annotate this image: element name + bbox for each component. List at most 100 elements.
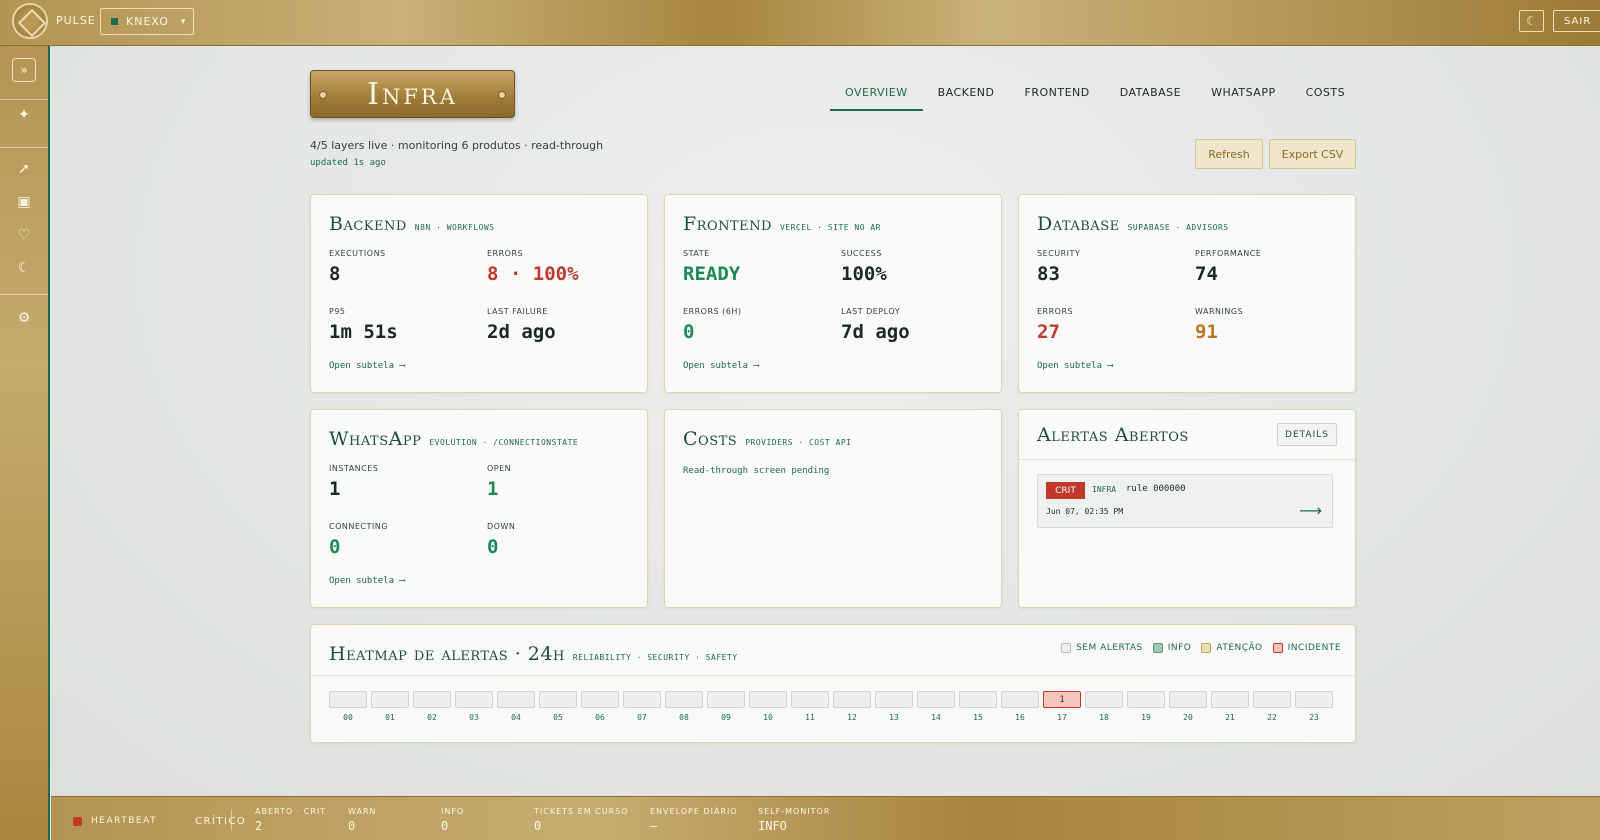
screw-icon <box>319 91 327 99</box>
heatmap-cell[interactable] <box>497 691 535 708</box>
heatmap-cell[interactable] <box>581 691 619 708</box>
heatmap-cell[interactable] <box>917 691 955 708</box>
tab-costs[interactable]: COSTS <box>1291 84 1361 111</box>
alerts-card: Alertas Abertos DETAILS CRIT INFRA rule … <box>1018 409 1356 608</box>
metric-label: ERRORS (6H) <box>683 307 742 316</box>
sparkle-icon: ✦ <box>18 107 30 123</box>
heatmap-cell[interactable]: 1 <box>1043 691 1081 708</box>
stat-label: WARN <box>348 807 377 816</box>
heatmap-cell[interactable] <box>1169 691 1207 708</box>
metric-value: 1 <box>487 478 499 500</box>
heatmap-cell[interactable] <box>791 691 829 708</box>
footer-stat-envelope: ENVELOPE DIÁRIO — <box>650 807 738 833</box>
sidebar-item-deploy[interactable]: ➚ <box>15 160 33 178</box>
theme-toggle-button[interactable]: ☾ <box>1519 10 1544 32</box>
sidebar-item-health[interactable]: ♡ <box>15 226 33 244</box>
open-subtela-link[interactable]: Open subtela ⟶ <box>1037 361 1113 371</box>
export-csv-button[interactable]: Export CSV <box>1269 139 1356 169</box>
heatmap-hour-label: 00 <box>343 713 353 722</box>
stat-label: ABERTO · CRIT <box>255 807 327 816</box>
metric-value: 0 <box>329 536 341 558</box>
metric-value: 27 <box>1037 321 1060 343</box>
heatmap-cell[interactable] <box>329 691 367 708</box>
page-subtitle: 4/5 layers live · monitoring 6 produtos … <box>310 139 604 152</box>
logo[interactable] <box>12 3 48 39</box>
heatmap-cell[interactable] <box>665 691 703 708</box>
page-title: Infra <box>367 76 458 112</box>
heatmap-cell[interactable] <box>749 691 787 708</box>
card-subtitle: N8N · WORKFLOWS <box>414 223 495 232</box>
metric-value: 100% <box>841 263 887 285</box>
heatmap-cell[interactable] <box>959 691 997 708</box>
tenant-selector[interactable]: KNEXO ▾ <box>100 8 194 35</box>
heatmap-hour-label: 18 <box>1099 713 1109 722</box>
tab-frontend[interactable]: FRONTEND <box>1010 84 1105 111</box>
heatmap-cell[interactable] <box>1253 691 1291 708</box>
footer-stat-crit: ABERTO · CRIT 2 <box>255 807 326 833</box>
tab-bar: OVERVIEW BACKEND FRONTEND DATABASE WHATS… <box>830 84 1360 111</box>
chevron-down-icon: ▾ <box>180 16 187 27</box>
arrow-right-icon[interactable]: ⟶ <box>1299 501 1322 520</box>
footer-stat-warn: WARN 0 <box>348 807 377 833</box>
tab-backend[interactable]: BACKEND <box>923 84 1010 111</box>
heatmap-cell[interactable] <box>1001 691 1039 708</box>
sidebar-item-settings[interactable]: ⚙ <box>15 309 33 327</box>
card-title: Costs <box>683 428 738 450</box>
sidebar-item-infra[interactable]: ▣ <box>15 193 33 211</box>
metric-label: WARNINGS <box>1195 307 1244 316</box>
stat-value: 2 <box>255 819 263 833</box>
heatmap-hour-label: 10 <box>763 713 773 722</box>
metric-label: P95 <box>329 307 346 316</box>
open-subtela-link[interactable]: Open subtela ⟶ <box>329 361 405 371</box>
heatmap-hour-label: 01 <box>385 713 395 722</box>
heatmap-cell[interactable] <box>707 691 745 708</box>
sidebar-item-night[interactable]: ☾ <box>15 259 33 277</box>
metric-value: 91 <box>1195 321 1218 343</box>
alert-item[interactable]: CRIT INFRA rule 000000 Jun 07, 02:35 PM … <box>1037 474 1333 528</box>
sidebar-expand-button[interactable]: » <box>12 58 36 82</box>
card-title: Frontend <box>683 213 772 235</box>
heatmap-legend: SEM ALERTAS INFO ATENÇÃO INCIDENTE <box>1061 643 1341 653</box>
footer-stat-tickets: TICKETS EM CURSO 0 <box>534 807 629 833</box>
legend-swatch <box>1201 643 1212 653</box>
refresh-button[interactable]: Refresh <box>1195 139 1263 169</box>
metric-label: ERRORS <box>1037 307 1074 316</box>
heatmap-hour-label: 21 <box>1225 713 1235 722</box>
metric-label: EXECUTIONS <box>329 249 386 258</box>
heatmap-cell[interactable] <box>1085 691 1123 708</box>
heatmap-hour-label: 06 <box>595 713 605 722</box>
heart-icon: ♡ <box>17 227 31 243</box>
open-subtela-link[interactable]: Open subtela ⟶ <box>329 576 405 586</box>
tab-overview[interactable]: OVERVIEW <box>830 84 923 111</box>
legend-item: INFO <box>1152 643 1192 653</box>
divider <box>1019 459 1355 460</box>
heatmap-cell[interactable] <box>455 691 493 708</box>
logout-button[interactable]: SAIR <box>1553 10 1600 32</box>
heatmap-cell[interactable] <box>539 691 577 708</box>
legend-label: INFO <box>1167 643 1192 653</box>
metric-label: SUCCESS <box>841 249 882 258</box>
heatmap-cell[interactable] <box>1295 691 1333 708</box>
heatmap-cell[interactable] <box>1127 691 1165 708</box>
heatmap-hour-label: 11 <box>805 713 815 722</box>
card-title: Heatmap de alertas · 24h <box>329 643 565 665</box>
sidebar-item-ai[interactable]: ✦ <box>15 106 33 124</box>
heatmap-cell[interactable] <box>371 691 409 708</box>
card-title: WhatsApp <box>329 428 422 450</box>
heatmap-cell[interactable] <box>623 691 661 708</box>
heatmap-cell[interactable] <box>833 691 871 708</box>
footer-stat-info: INFO 0 <box>441 807 464 833</box>
open-subtela-link[interactable]: Open subtela ⟶ <box>683 361 759 371</box>
heatmap-cell[interactable] <box>413 691 451 708</box>
stat-value: — <box>650 819 658 833</box>
stat-label: SELF-MONITOR <box>758 807 831 816</box>
heartbeat-label: HEARTBEAT <box>91 816 158 826</box>
divider <box>311 675 1355 676</box>
heatmap-cell[interactable] <box>1211 691 1249 708</box>
footer-stat-self-monitor: SELF-MONITOR INFO <box>758 807 830 833</box>
heatmap-cell[interactable] <box>875 691 913 708</box>
tab-whatsapp[interactable]: WHATSAPP <box>1196 84 1291 111</box>
tab-database[interactable]: DATABASE <box>1105 84 1196 111</box>
heatmap-hour-label: 02 <box>427 713 437 722</box>
details-button[interactable]: DETAILS <box>1277 423 1337 446</box>
